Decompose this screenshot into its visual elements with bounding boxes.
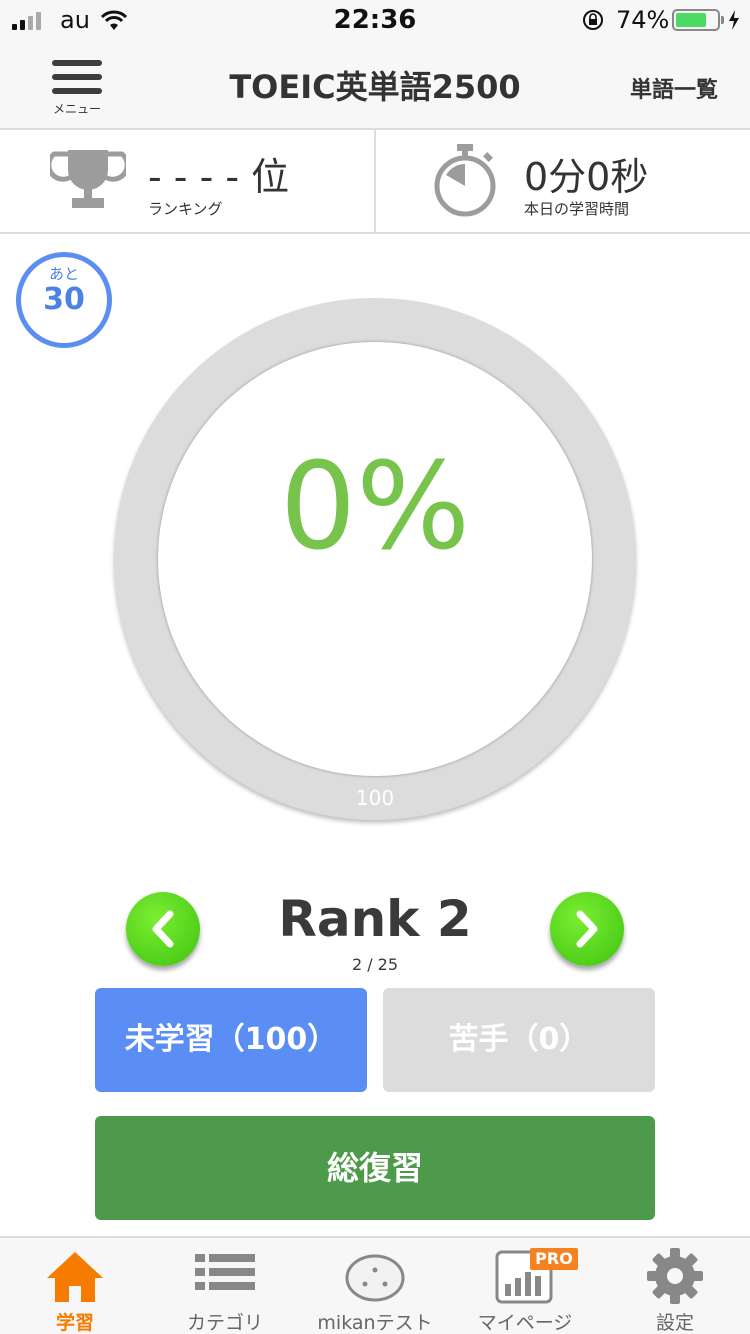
pro-badge: PRO bbox=[530, 1248, 578, 1270]
gear-icon bbox=[647, 1248, 703, 1304]
unlearned-button[interactable]: 未学習（100） bbox=[95, 988, 367, 1092]
tab-label: 学習 bbox=[55, 1312, 94, 1334]
navigation-bar: メニュー TOEIC英単語2500 単語一覧 bbox=[0, 40, 750, 130]
progress-ring[interactable]: 0% 100 bbox=[114, 298, 636, 820]
stopwatch-icon bbox=[434, 144, 496, 217]
ranking-label: ランキング bbox=[148, 200, 223, 218]
tab-my-page[interactable]: PRO マイページ bbox=[450, 1238, 600, 1334]
progress-total: 100 bbox=[355, 786, 395, 810]
tab-label: カテゴリ bbox=[186, 1312, 263, 1334]
battery-percent: 74% bbox=[616, 6, 670, 34]
remaining-count: 30 bbox=[43, 282, 85, 317]
next-rank-button[interactable] bbox=[550, 892, 624, 966]
charging-icon bbox=[729, 10, 739, 30]
study-time-value: 0分0秒 bbox=[524, 155, 649, 199]
tab-settings[interactable]: 設定 bbox=[600, 1238, 750, 1334]
rotation-lock-icon bbox=[583, 10, 603, 30]
info-bar: - - - - 位 ランキング 0分0秒 本日の学習時間 bbox=[0, 130, 750, 234]
remaining-label: あと bbox=[48, 265, 79, 283]
full-review-button[interactable]: 総復習 bbox=[95, 1116, 655, 1220]
rank-position: 2 / 25 bbox=[351, 955, 399, 974]
chevron-right-icon bbox=[576, 910, 598, 948]
home-icon bbox=[47, 1252, 103, 1302]
study-time-cell: 0分0秒 本日の学習時間 bbox=[376, 130, 750, 232]
tab-study[interactable]: 学習 bbox=[0, 1238, 150, 1334]
trophy-icon bbox=[50, 150, 126, 208]
tab-bar: 学習 カテゴリ mikanテスト PRO マイページ 設定 bbox=[0, 1236, 750, 1334]
weak-words-button[interactable]: 苦手（0） bbox=[383, 988, 655, 1092]
status-bar: au 22:36 74% bbox=[0, 0, 750, 40]
tab-label: mikanテスト bbox=[317, 1312, 433, 1334]
study-time-label: 本日の学習時間 bbox=[524, 200, 630, 218]
progress-percent: 0% bbox=[279, 438, 471, 577]
tab-label: 設定 bbox=[655, 1312, 694, 1334]
battery-icon bbox=[672, 9, 724, 31]
ranking-value: - - - - 位 bbox=[148, 155, 290, 199]
remaining-badge: あと 30 bbox=[16, 252, 112, 348]
tab-label: マイページ bbox=[477, 1312, 573, 1334]
tab-category[interactable]: カテゴリ bbox=[150, 1238, 300, 1334]
ranking-cell[interactable]: - - - - 位 ランキング bbox=[0, 130, 374, 232]
app-screen: au 22:36 74% メニュー TOEIC英単語2500 単語一覧 - - … bbox=[0, 0, 750, 1334]
word-list-button[interactable]: 単語一覧 bbox=[630, 72, 718, 104]
list-icon bbox=[195, 1254, 255, 1290]
tab-mikan-test[interactable]: mikanテスト bbox=[300, 1238, 450, 1334]
rank-title: Rank 2 bbox=[278, 890, 472, 948]
mikan-icon bbox=[345, 1254, 405, 1302]
